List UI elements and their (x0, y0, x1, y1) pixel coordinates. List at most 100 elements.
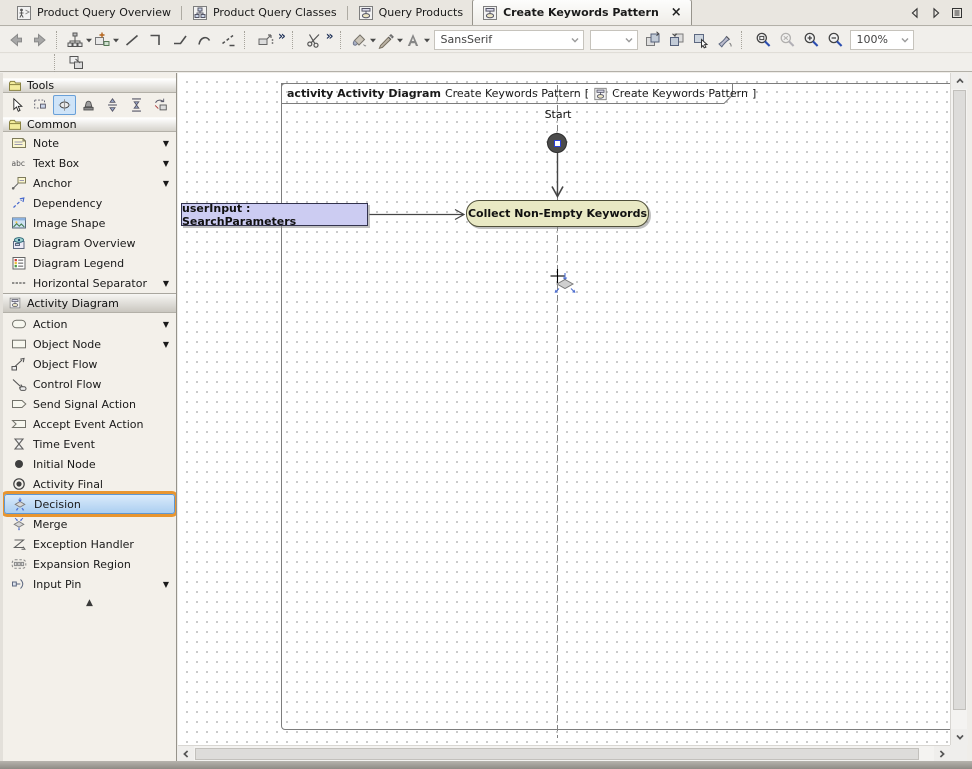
palette-scroll-up[interactable]: ▲ (3, 596, 176, 610)
containment-tree-button[interactable] (66, 29, 93, 51)
palette-item-send-signal-action[interactable]: Send Signal Action (3, 394, 176, 414)
diagram-canvas[interactable]: activity Activity Diagram Create Keyword… (178, 73, 950, 745)
combo-chevron-icon[interactable] (570, 35, 580, 45)
dropdown-arrow-icon[interactable]: ▼ (163, 340, 169, 349)
palette-item-action[interactable]: Action▼ (3, 314, 176, 334)
palette-item-anchor[interactable]: Anchor▼ (3, 173, 176, 193)
select-tool-button[interactable] (5, 95, 28, 115)
activity-diagram-icon (8, 297, 22, 309)
horizontal-scrollbar[interactable] (178, 745, 950, 761)
dropdown-caret-icon[interactable] (369, 36, 377, 44)
palette-item-initial-node[interactable]: Initial Node (3, 454, 176, 474)
vertical-scroll-thumb[interactable] (953, 90, 966, 710)
multi-select-tool-button[interactable] (29, 95, 52, 115)
action-node[interactable]: Collect Non-Empty Keywords (466, 200, 649, 227)
fill-color-button[interactable] (350, 29, 377, 51)
palette-item-expansion-region[interactable]: Expansion Region (3, 554, 176, 574)
horizontal-scroll-thumb[interactable] (195, 748, 919, 760)
navigate-forward-button[interactable] (28, 29, 52, 51)
font-color-button[interactable] (404, 29, 431, 51)
dropdown-arrow-icon[interactable]: ▼ (163, 179, 169, 188)
dropdown-caret-icon[interactable] (112, 36, 120, 44)
navigate-back-button[interactable] (4, 29, 28, 51)
palette-item-merge[interactable]: Merge (3, 514, 176, 534)
distribute-tool-button[interactable] (101, 95, 124, 115)
combo-chevron-icon[interactable] (624, 35, 634, 45)
combo-chevron-icon[interactable] (900, 35, 910, 45)
dropdown-arrow-icon[interactable]: ▼ (163, 139, 169, 148)
zoom-region-button[interactable] (751, 29, 775, 51)
palette-item-horizontal-separator[interactable]: Horizontal Separator▼ (3, 273, 176, 293)
custom-path-button[interactable] (216, 29, 240, 51)
palette-item-note[interactable]: Note▼ (3, 133, 176, 153)
scroll-up-icon[interactable] (951, 73, 968, 89)
dropdown-caret-icon[interactable] (423, 36, 431, 44)
initial-node[interactable] (547, 133, 567, 153)
object-node[interactable]: userInput : SearchParameters (181, 203, 368, 226)
palette-item-diagram-legend[interactable]: Diagram Legend (3, 253, 176, 273)
palette-item-object-flow[interactable]: Object Flow (3, 354, 176, 374)
dropdown-caret-icon[interactable] (85, 36, 93, 44)
tab-product-query-overview[interactable]: Product Query Overview (7, 2, 180, 25)
palette-item-image-shape[interactable]: Image Shape (3, 213, 176, 233)
tab-query-products[interactable]: Query Products (349, 2, 472, 25)
font-family-select[interactable]: SansSerif (434, 30, 584, 50)
palette-item-accept-event-action[interactable]: Accept Event Action (3, 414, 176, 434)
vertical-scrollbar[interactable] (950, 73, 967, 745)
palette-item-activity-final[interactable]: Activity Final (3, 474, 176, 494)
palette-item-input-pin[interactable]: Input Pin▼ (3, 574, 176, 594)
overflow-chevron-icon[interactable]: » (326, 29, 334, 43)
palette-section-common[interactable]: Common (3, 117, 176, 132)
to-back-button[interactable] (665, 29, 689, 51)
palette-section-activity-diagram[interactable]: Activity Diagram (3, 293, 176, 313)
dropdown-caret-icon[interactable] (396, 36, 404, 44)
tab-create-keywords-pattern[interactable]: Create Keywords Pattern× (472, 0, 692, 25)
curved-path-button[interactable] (192, 29, 216, 51)
palette-item-text-box[interactable]: abcText Box▼ (3, 153, 176, 173)
diagram-overview-icon (10, 236, 27, 251)
oblique-path-button[interactable] (120, 29, 144, 51)
bend-path-button[interactable] (168, 29, 192, 51)
related-elements-button[interactable] (64, 52, 88, 74)
tab-list-icon[interactable] (951, 7, 963, 19)
cut-paths-button[interactable] (302, 29, 326, 51)
line-color-button[interactable] (377, 29, 404, 51)
sticky-draw-tool-button[interactable] (53, 95, 76, 115)
font-size-select[interactable] (590, 30, 638, 50)
palette-section-tools[interactable]: Tools (3, 78, 176, 93)
prev-tab-icon[interactable] (909, 7, 921, 19)
zoom-level-select[interactable]: 100% (850, 30, 914, 50)
palette-item-decision[interactable]: Decision (4, 494, 175, 514)
dropdown-arrow-icon[interactable]: ▼ (163, 320, 169, 329)
tab-product-query-classes[interactable]: Product Query Classes (183, 2, 346, 25)
dropdown-arrow-icon[interactable]: ▼ (163, 159, 169, 168)
rectilinear-path-button[interactable] (144, 29, 168, 51)
tab-close-icon[interactable]: × (671, 6, 682, 19)
next-tab-icon[interactable] (930, 7, 942, 19)
format-painter-button[interactable] (713, 29, 737, 51)
to-front-button[interactable] (641, 29, 665, 51)
layout-tool-button[interactable] (149, 95, 172, 115)
scroll-left-icon[interactable] (178, 746, 194, 762)
zoom-in-button[interactable] (799, 29, 823, 51)
palette-item-dependency[interactable]: Dependency (3, 193, 176, 213)
dropdown-arrow-icon[interactable]: ▼ (163, 580, 169, 589)
palette-item-object-node[interactable]: Object Node▼ (3, 334, 176, 354)
palette-item-label: Control Flow (33, 378, 169, 391)
stamp-tool-button[interactable] (77, 95, 100, 115)
font-family-value: SansSerif (441, 33, 570, 46)
secondary-toolbar (0, 54, 972, 72)
palette-item-exception-handler[interactable]: Exception Handler (3, 534, 176, 554)
scroll-right-icon[interactable] (934, 746, 950, 762)
add-element-button[interactable] (93, 29, 120, 51)
dropdown-arrow-icon[interactable]: ▼ (163, 279, 169, 288)
overflow-chevron-icon[interactable]: » (278, 29, 286, 43)
palette-item-diagram-overview[interactable]: Diagram Overview (3, 233, 176, 253)
compress-tool-button[interactable] (125, 95, 148, 115)
palette-item-control-flow[interactable]: Control Flow (3, 374, 176, 394)
display-paths-button[interactable] (254, 29, 278, 51)
palette-item-time-event[interactable]: Time Event (3, 434, 176, 454)
scroll-down-icon[interactable] (951, 729, 968, 745)
select-related-button[interactable] (689, 29, 713, 51)
zoom-out-button[interactable] (823, 29, 847, 51)
